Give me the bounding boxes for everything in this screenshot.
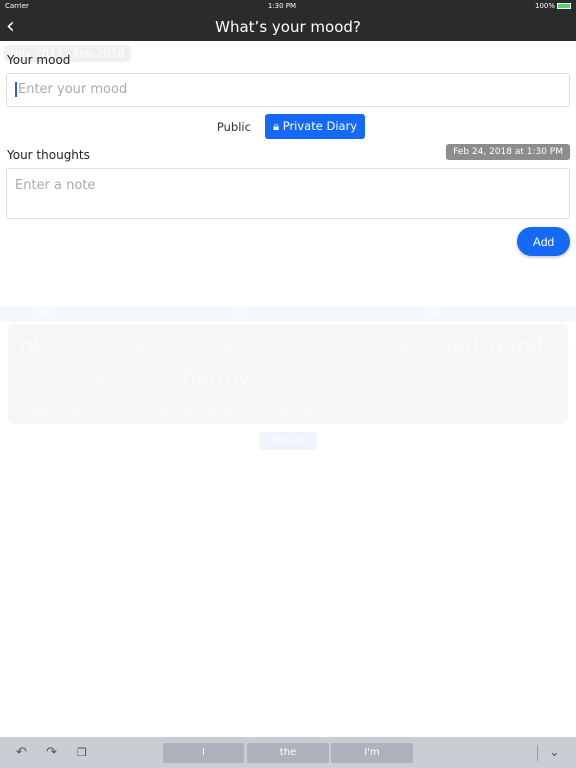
carrier: Carrier xyxy=(5,2,29,10)
note-placeholder: Enter a note xyxy=(15,178,96,193)
mood-word: sad xyxy=(440,334,480,359)
mood-word: aggravated xyxy=(246,342,316,356)
month-label: Dec xyxy=(38,309,54,318)
add-button[interactable]: Add xyxy=(517,227,570,256)
mood-word: ok xyxy=(20,334,47,359)
keyboard-toolbar: ↶ ↷ ❐ I the I'm ⌄ xyxy=(0,737,576,768)
status-bar: Carrier 1:30 PM 100% xyxy=(0,0,576,12)
privacy-toggle: Public 🔒︎ Private Diary xyxy=(0,114,576,139)
suggestion[interactable]: I xyxy=(163,743,244,763)
mood-word: nervous xyxy=(63,405,112,419)
divider xyxy=(537,745,538,761)
mood-word: better xyxy=(202,405,240,419)
text-cursor xyxy=(15,82,17,97)
redo-icon[interactable]: ↷ xyxy=(46,745,57,760)
mood-word: wonderful xyxy=(370,342,431,356)
thoughts-label: Your thoughts xyxy=(7,148,90,162)
mood-word: mediocre xyxy=(111,342,168,356)
date-button[interactable]: Feb 24, 2018 at 1:30 PM xyxy=(446,144,570,160)
mood-word: miserable xyxy=(177,342,237,356)
page-title: What’s your mood? xyxy=(215,17,361,36)
mood-word: anticipating xyxy=(121,405,193,419)
month-label: Feb xyxy=(427,309,442,318)
mood-word: unsure xyxy=(131,374,173,388)
battery-percent: 100% xyxy=(534,2,555,10)
month-label: Jan xyxy=(234,309,247,318)
mood-word: really upset xyxy=(20,374,359,419)
battery-icon xyxy=(557,3,571,9)
suggestion[interactable]: the xyxy=(247,743,329,763)
mood-word: insomnia xyxy=(260,374,316,388)
note-input[interactable]: Enter a note xyxy=(6,168,570,219)
mood-word: uninspired xyxy=(249,405,313,419)
back-button[interactable]: ‹ xyxy=(6,14,15,39)
mood-label: Your mood xyxy=(7,53,71,67)
paste-icon[interactable]: ❐ xyxy=(77,746,87,759)
public-option[interactable]: Public xyxy=(211,116,257,138)
nav-bar: ‹ What’s your mood? xyxy=(0,12,576,41)
mood-word: sick xyxy=(322,405,346,419)
moods-count-button: 20 Moods xyxy=(259,432,317,450)
mood-input[interactable]: Enter your mood xyxy=(6,73,570,107)
mood-word: angry xyxy=(325,342,361,356)
private-label: Private Diary xyxy=(282,119,358,133)
undo-icon[interactable]: ↶ xyxy=(16,745,27,760)
mood-word: happy xyxy=(182,366,251,391)
mood-word: good xyxy=(489,334,545,359)
suggestion[interactable]: I'm xyxy=(331,743,413,763)
mood-placeholder: Enter your mood xyxy=(18,82,128,97)
dismiss-keyboard-icon[interactable]: ⌄ xyxy=(549,745,560,760)
private-diary-option[interactable]: 🔒︎ Private Diary xyxy=(264,114,366,139)
clock: 1:30 PM xyxy=(267,2,297,10)
month-axis: Dec Jan Feb xyxy=(0,307,576,322)
mood-word: much better xyxy=(20,342,576,388)
battery: 100% xyxy=(535,2,571,10)
lock-icon: 🔒︎ xyxy=(272,119,280,133)
mood-cloud: ok bloated mediocre miserable aggravated angr… xyxy=(8,324,576,424)
mood-word: excellent xyxy=(66,374,122,388)
mood-word: bloated xyxy=(56,342,102,356)
